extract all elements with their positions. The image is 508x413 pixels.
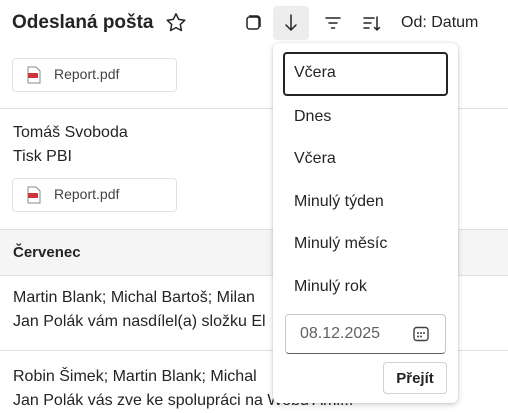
pdf-file-icon — [27, 66, 41, 84]
sort-direction-button[interactable] — [273, 6, 309, 40]
attachment-chip[interactable]: Report.pdf — [12, 178, 177, 212]
attachment-name: Report.pdf — [54, 66, 120, 82]
menu-option-today[interactable]: Dnes — [283, 96, 448, 138]
menu-option-label: Včera — [294, 150, 336, 167]
arrow-down-icon — [285, 14, 297, 31]
filter-icon — [325, 17, 341, 29]
menu-option-last-month[interactable]: Minulý měsíc — [283, 223, 448, 265]
folder-title: Odeslaná pošta — [12, 12, 154, 33]
message-sender: Martin Blank; Michal Bartoš; Milan — [13, 289, 255, 306]
attachment-name: Report.pdf — [54, 186, 120, 202]
select-mode-button[interactable] — [235, 6, 271, 40]
sort-by-label[interactable]: Od: Datum — [401, 14, 478, 32]
go-button[interactable]: Přejít — [383, 362, 447, 394]
favorite-star-icon[interactable] — [164, 11, 188, 35]
message-preview: Jan Polák vám nasdílel(a) složku El — [13, 313, 266, 330]
menu-option-label: Minulý měsíc — [294, 235, 388, 252]
pdf-file-icon — [27, 186, 41, 204]
sort-options-button[interactable] — [354, 6, 390, 40]
menu-option-label: Dnes — [294, 108, 332, 125]
go-button-label: Přejít — [396, 370, 434, 387]
date-jump-menu: Včera Dnes Včera Minulý týden Minulý měs… — [273, 43, 458, 403]
menu-option-last-week[interactable]: Minulý týden — [283, 181, 448, 223]
menu-option-label: Minulý rok — [294, 278, 367, 295]
menu-option-yesterday[interactable]: Včera — [283, 138, 448, 180]
date-input-value: 08.12.2025 — [300, 325, 381, 342]
message-sender: Robin Šimek; Martin Blank; Michal — [13, 368, 257, 385]
menu-option-label: Minulý týden — [294, 193, 384, 210]
sort-lines-icon — [363, 16, 381, 31]
calendar-icon[interactable] — [412, 325, 430, 343]
date-input[interactable]: 08.12.2025 — [285, 314, 446, 354]
attachment-chip[interactable]: Report.pdf — [12, 58, 177, 92]
group-header-label: Červenec — [13, 244, 81, 261]
message-subject: Tisk PBI — [13, 148, 72, 165]
menu-option-last-year[interactable]: Minulý rok — [283, 266, 448, 308]
select-square-icon — [246, 15, 261, 30]
menu-option-label: Včera — [294, 64, 336, 81]
message-sender: Tomáš Svoboda — [13, 124, 128, 141]
filter-button[interactable] — [315, 6, 351, 40]
header-bar: Odeslaná pošta Od: Datum — [0, 0, 508, 46]
menu-option-yesterday[interactable]: Včera — [283, 52, 448, 96]
